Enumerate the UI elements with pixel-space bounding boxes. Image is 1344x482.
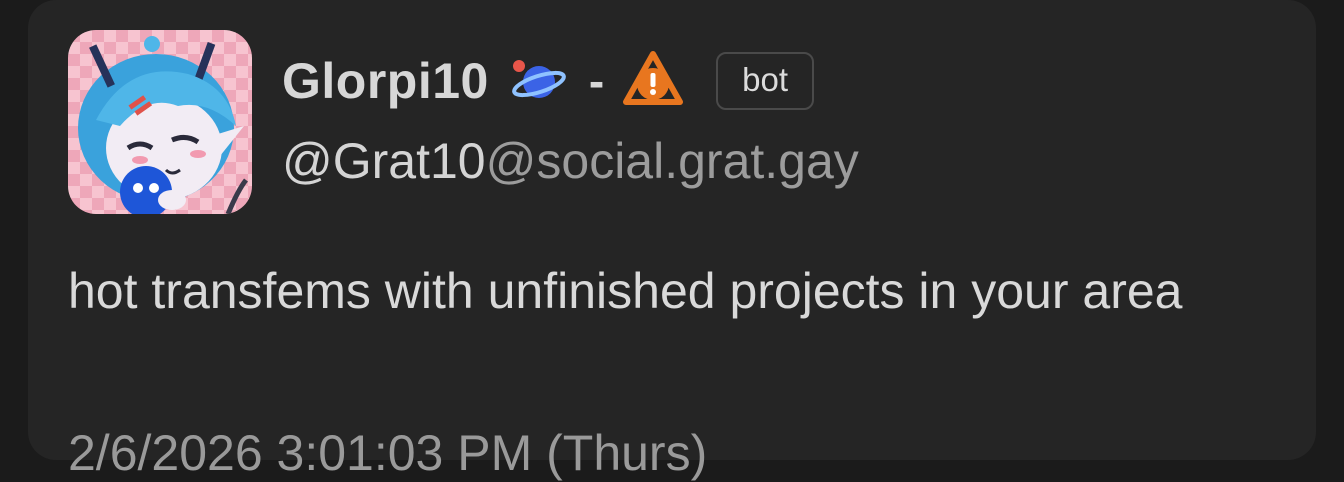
separator: - xyxy=(588,55,605,107)
warning-icon xyxy=(622,50,684,113)
post-timestamp[interactable]: 2/6/2026 3:01:03 PM (Thurs) xyxy=(68,424,707,482)
bot-badge: bot xyxy=(716,51,815,111)
handle-user: @Grat10 xyxy=(282,133,486,189)
handle-domain: @social.grat.gay xyxy=(485,133,859,189)
avatar[interactable] xyxy=(68,30,252,214)
post-content: hot transfems with unfinished projects i… xyxy=(68,263,1183,319)
display-name[interactable]: Glorpi10 xyxy=(282,52,489,110)
name-row: Glorpi10 - bot xyxy=(282,46,815,116)
account-handle[interactable]: @Grat10@social.grat.gay xyxy=(282,132,859,190)
planet-icon xyxy=(509,54,567,109)
avatar-image xyxy=(68,30,252,214)
